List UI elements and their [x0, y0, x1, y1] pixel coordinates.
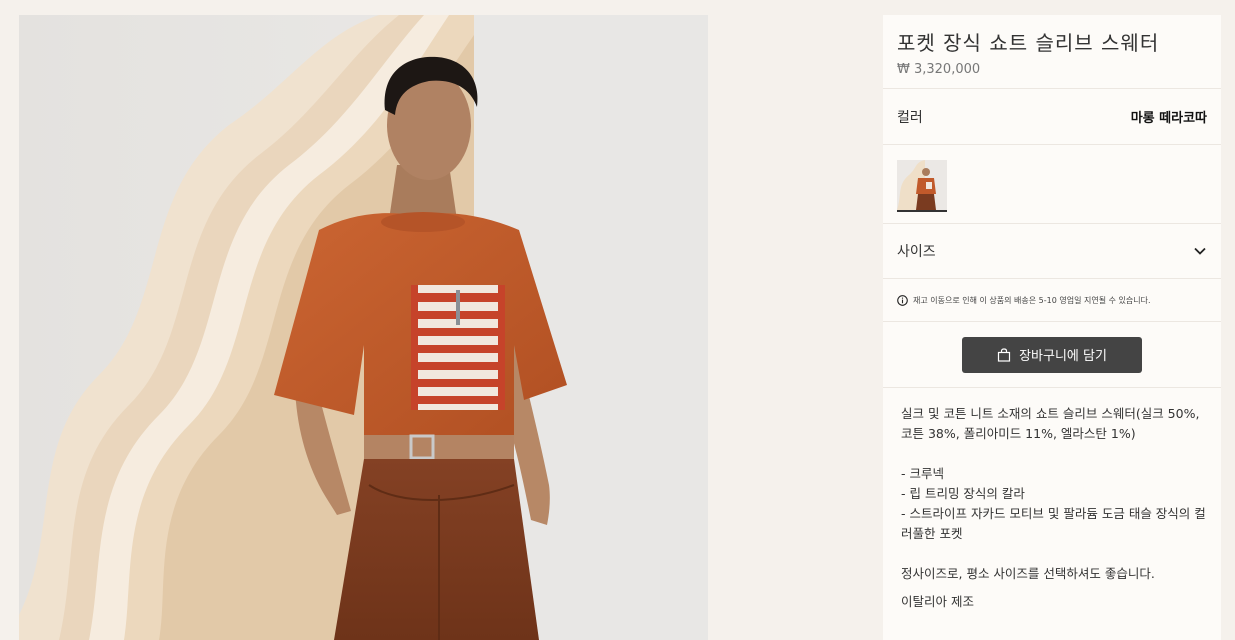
shipping-notice-text: 재고 이동으로 인해 이 상품의 배송은 5-10 영업일 지연될 수 있습니다…: [913, 295, 1151, 305]
info-icon: [897, 294, 908, 306]
color-value: 마롱 떼라코따: [1130, 111, 1207, 126]
product-image[interactable]: [19, 15, 708, 640]
size-label: 사이즈: [897, 244, 936, 260]
product-price: ₩ 3,320,000: [897, 62, 981, 77]
color-label: 컬러: [897, 109, 923, 126]
origin-note: 이탈리아 제조: [901, 594, 974, 609]
color-swatches: [883, 145, 1221, 224]
shipping-notice: 재고 이동으로 인해 이 상품의 배송은 5-10 영업일 지연될 수 있습니다…: [883, 279, 1221, 322]
color-swatch-thumbnail[interactable]: [897, 160, 947, 212]
feature-item: - 립 트리밍 장식의 칼라: [901, 486, 1025, 501]
shopping-bag-icon: [997, 347, 1011, 362]
feature-item: - 스트라이프 자카드 모티브 및 팔라듐 도금 태슬 장식의 컬러풀한 포켓: [901, 506, 1206, 541]
description-intro: 실크 및 코튼 니트 소재의 쇼트 슬리브 스웨터(실크 50%, 코튼 38%…: [901, 406, 1200, 441]
feature-item: - 크루넥: [901, 466, 944, 481]
cart-section: 장바구니에 담기: [883, 322, 1221, 388]
add-to-cart-label: 장바구니에 담기: [1019, 349, 1107, 364]
product-description: 실크 및 코튼 니트 소재의 쇼트 슬리브 스웨터(실크 50%, 코튼 38%…: [883, 388, 1221, 612]
chevron-down-icon: [1194, 247, 1206, 255]
size-selector[interactable]: 사이즈: [883, 224, 1221, 279]
product-title: 포켓 장식 쇼트 슬리브 스웨터: [897, 31, 1160, 55]
fit-note: 정사이즈로, 평소 사이즈를 선택하셔도 좋습니다.: [901, 566, 1155, 581]
product-header: 포켓 장식 쇼트 슬리브 스웨터 ₩ 3,320,000: [883, 15, 1221, 89]
color-row: 컬러 마롱 떼라코따: [883, 89, 1221, 145]
product-info-panel: 포켓 장식 쇼트 슬리브 스웨터 ₩ 3,320,000 컬러 마롱 떼라코따 …: [883, 15, 1221, 640]
add-to-cart-button[interactable]: 장바구니에 담기: [962, 336, 1142, 373]
